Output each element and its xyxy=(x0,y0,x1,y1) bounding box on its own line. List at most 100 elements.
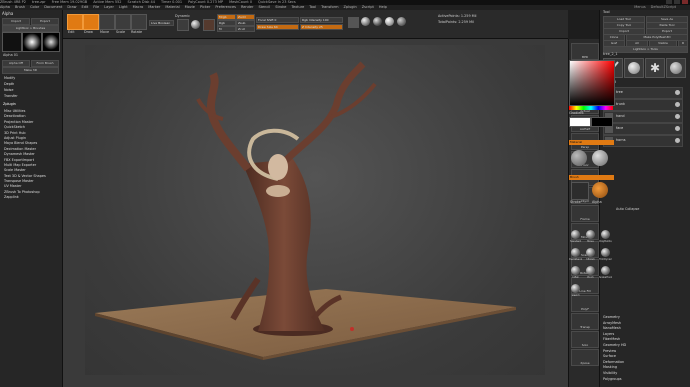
menu-item-layer[interactable]: Layer xyxy=(104,5,114,9)
eye-icon[interactable] xyxy=(675,102,680,107)
menu-item-brush[interactable]: Brush xyxy=(15,5,25,9)
menu-right-item[interactable]: DefaultZScript xyxy=(651,5,676,9)
brush-thumb[interactable]: SnakeHook xyxy=(599,266,612,282)
draw-mode-button[interactable] xyxy=(83,14,99,30)
stroke-icon[interactable] xyxy=(203,19,215,31)
brush-thumb[interactable]: Slash3 xyxy=(569,284,582,300)
menu-item-alpha[interactable]: Alpha xyxy=(0,5,10,9)
draw-size-slider[interactable]: Draw Size 64 xyxy=(256,24,299,30)
menu-right-item[interactable]: Menus xyxy=(634,5,645,9)
menu-item-file[interactable]: File xyxy=(93,5,99,9)
material-header[interactable]: Material xyxy=(569,140,614,145)
menu-item-stencil[interactable]: Stencil xyxy=(258,5,270,9)
close-icon[interactable] xyxy=(682,0,688,4)
eye-icon[interactable] xyxy=(675,114,680,119)
depth-item[interactable]: Depth xyxy=(4,82,60,87)
menu-item-document[interactable]: Document xyxy=(44,5,62,9)
brush-thumb[interactable]: Move xyxy=(584,230,597,246)
eye-icon[interactable] xyxy=(675,126,680,131)
brush-thumb[interactable]: Inflat xyxy=(569,266,582,282)
live-boolean-toggle[interactable]: Live Boolean xyxy=(149,20,174,26)
tool-thumb-polymesh[interactable] xyxy=(666,58,686,78)
subtool-row[interactable]: tree xyxy=(603,87,683,99)
canvas-viewport[interactable] xyxy=(63,39,568,387)
eye-icon[interactable] xyxy=(675,138,680,143)
brush-thumb[interactable]: ClayBuildup xyxy=(599,230,612,246)
menu-item-macro[interactable]: Macro xyxy=(133,5,144,9)
subtool-row[interactable]: trunk xyxy=(603,99,683,111)
menu-item-zscript[interactable]: Zscript xyxy=(362,5,374,9)
menu-item-render[interactable]: Render xyxy=(241,5,253,9)
alpha-off-button[interactable]: Alpha Off xyxy=(2,60,30,67)
from-brush-button[interactable]: From Brush xyxy=(31,60,59,67)
export-button[interactable]: Export xyxy=(31,18,59,25)
quick-material-2[interactable] xyxy=(373,17,382,26)
zcut-toggle[interactable]: Zcut xyxy=(236,26,255,32)
quick-material-3[interactable] xyxy=(385,17,394,26)
zplugin-header[interactable]: Zplugin xyxy=(3,102,16,106)
move-mode-button[interactable] xyxy=(99,14,115,30)
quick-material-1[interactable] xyxy=(361,17,370,26)
brush-thumb[interactable]: hPolish xyxy=(584,248,597,264)
rotate-mode-button[interactable] xyxy=(131,14,147,30)
material-preview-2[interactable] xyxy=(592,150,608,166)
brush-header[interactable]: Brush xyxy=(569,175,614,180)
material-preview-1[interactable] xyxy=(571,150,587,166)
alpha-thumb[interactable] xyxy=(42,32,60,52)
eye-icon[interactable] xyxy=(675,90,680,95)
brush-icon[interactable] xyxy=(177,19,189,31)
material-ball-icon[interactable] xyxy=(191,20,200,29)
plugin-item[interactable]: Zapplink xyxy=(4,195,60,200)
maximize-icon[interactable] xyxy=(674,0,680,4)
menu-item-preferences[interactable]: Preferences xyxy=(215,5,236,9)
m-toggle[interactable]: M xyxy=(217,26,236,32)
make-3d-button[interactable]: Make 3D xyxy=(2,67,59,74)
tool-menu-polygroups[interactable]: Polygroups xyxy=(603,377,687,383)
main-color-swatch[interactable] xyxy=(569,117,591,127)
menu-item-edit[interactable]: Edit xyxy=(82,5,89,9)
transfer-item[interactable]: Transfer xyxy=(4,94,60,99)
quick-material-4[interactable] xyxy=(397,17,406,26)
menu-item-material[interactable]: Material xyxy=(165,5,179,9)
subtool-row[interactable]: hand xyxy=(603,111,683,123)
brush-thumb[interactable]: Standard xyxy=(569,230,582,246)
menu-item-color[interactable]: Color xyxy=(30,5,39,9)
brush-thumb[interactable]: Pinch xyxy=(584,266,597,282)
shelf-button-bpr[interactable]: BPR xyxy=(571,43,599,60)
menu-item-draw[interactable]: Draw xyxy=(67,5,76,9)
scale-mode-button[interactable] xyxy=(115,14,131,30)
brush-thumb[interactable]: DamStandard xyxy=(569,248,582,264)
secondary-color-swatch[interactable] xyxy=(591,117,613,127)
menu-item-transform[interactable]: Transform xyxy=(321,5,338,9)
menu-item-stroke[interactable]: Stroke xyxy=(275,5,286,9)
hue-slider[interactable] xyxy=(569,106,613,110)
focal-shift-slider[interactable]: Focal Shift 0 xyxy=(256,17,299,23)
auto-collapse-label[interactable]: Auto Collapse xyxy=(616,207,639,211)
alpha-thumb[interactable] xyxy=(2,32,22,52)
shelf-button-solo[interactable]: Solo xyxy=(571,331,599,348)
menu-item-movie[interactable]: Movie xyxy=(185,5,195,9)
alpha-thumb[interactable] xyxy=(22,32,42,52)
subtool-row[interactable]: face xyxy=(603,123,683,135)
gradient-label[interactable]: Gradient xyxy=(569,111,584,115)
tool-thumb-star[interactable]: ✱ xyxy=(645,58,665,78)
menu-item-picker[interactable]: Picker xyxy=(200,5,210,9)
menu-item-marker[interactable]: Marker xyxy=(148,5,160,9)
menu-item-texture[interactable]: Texture xyxy=(291,5,304,9)
brush-preview-icon[interactable] xyxy=(348,17,359,28)
tool-thumb-sphere[interactable] xyxy=(624,58,644,78)
menu-item-tool[interactable]: Tool xyxy=(309,5,316,9)
shelf-button-frame[interactable]: Frame xyxy=(571,205,599,222)
subtool-row[interactable]: horns xyxy=(603,135,683,147)
rgb-intensity-slider[interactable]: Rgb Intensity 100 xyxy=(300,17,343,23)
menu-item-light[interactable]: Light xyxy=(119,5,128,9)
lightbox-brushes-button[interactable]: Lightbox > Brushes xyxy=(2,25,59,32)
z-intensity-slider[interactable]: Z Intensity 25 xyxy=(300,24,343,30)
brush-preview-ball[interactable] xyxy=(592,182,608,198)
import-button[interactable]: Import xyxy=(2,18,30,25)
menu-item-help[interactable]: Help xyxy=(379,5,387,9)
shelf-button-xpose[interactable]: Xpose xyxy=(571,349,599,366)
modify-item[interactable]: Modify xyxy=(4,76,60,81)
edit-mode-button[interactable] xyxy=(67,14,83,30)
stroke-preview-icon[interactable] xyxy=(571,182,589,200)
